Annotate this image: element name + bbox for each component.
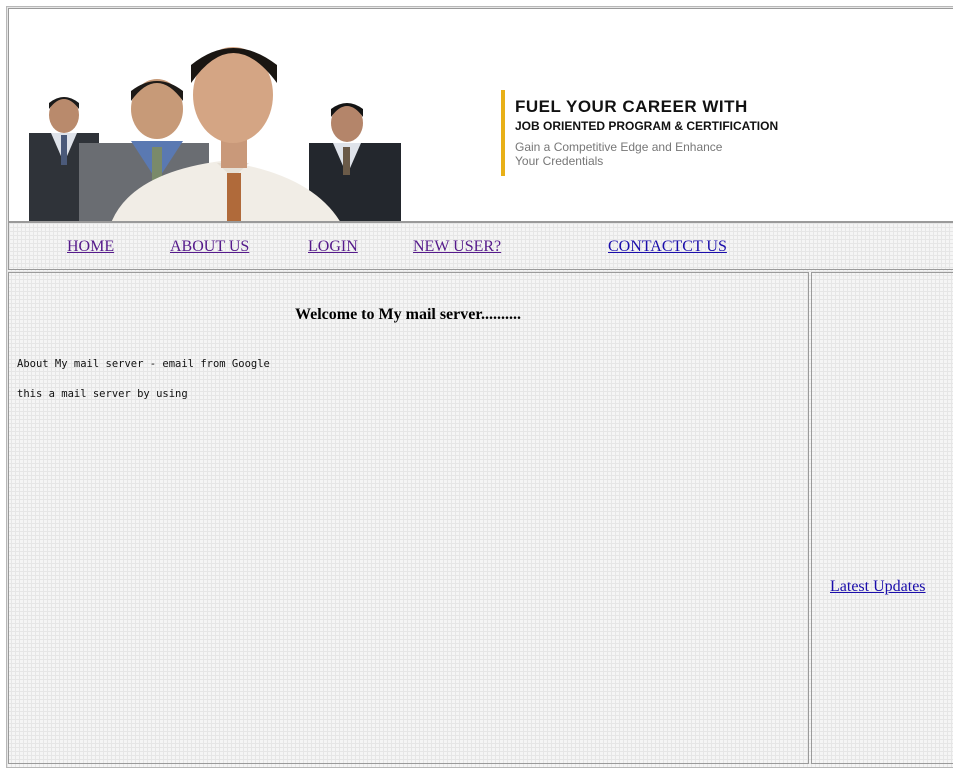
banner-tagline-line2: Your Credentials <box>515 154 604 168</box>
main-content-panel <box>8 272 809 764</box>
tagline-accent-bar <box>501 90 505 176</box>
header-banner: FUEL YOUR CAREER WITH JOB ORIENTED PROGR… <box>8 8 953 222</box>
sidebar-panel <box>811 272 953 764</box>
nav-new-user-link[interactable]: NEW USER? <box>413 238 501 256</box>
nav-about-us-link[interactable]: ABOUT US <box>170 238 249 256</box>
description-text: this a mail server by using <box>17 388 188 400</box>
nav-login-link[interactable]: LOGIN <box>308 238 358 256</box>
about-text: About My mail server - email from Google <box>17 358 270 370</box>
nav-home-link[interactable]: HOME <box>67 238 114 256</box>
welcome-heading: Welcome to My mail server.......... <box>294 306 521 323</box>
banner-tagline-line1: Gain a Competitive Edge and Enhance <box>515 140 723 154</box>
banner-headline: FUEL YOUR CAREER WITH <box>515 97 748 116</box>
nav-bar: HOME ABOUT US LOGIN NEW USER? CONTACTCT … <box>8 222 953 270</box>
banner-subheadline: JOB ORIENTED PROGRAM & CERTIFICATION <box>515 119 779 133</box>
nav-contact-us-link[interactable]: CONTACTCT US <box>608 238 727 256</box>
banner-people-image <box>29 47 401 221</box>
latest-updates-link[interactable]: Latest Updates <box>830 578 926 596</box>
